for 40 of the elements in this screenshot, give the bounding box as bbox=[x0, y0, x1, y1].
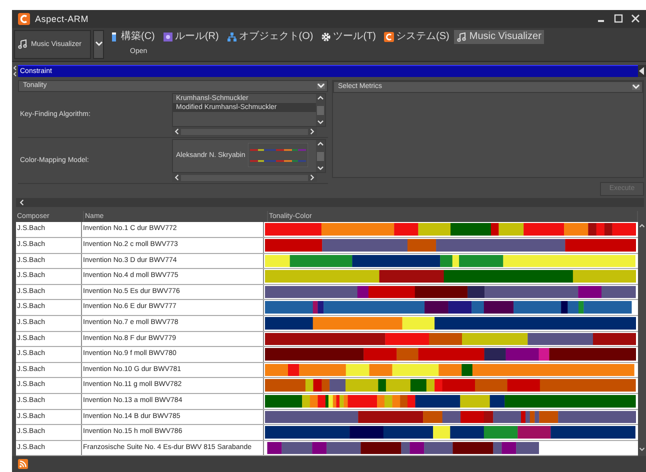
app-logo-icon bbox=[18, 12, 30, 25]
arrow-right-icon[interactable] bbox=[310, 128, 315, 136]
chevron-down-icon bbox=[94, 41, 102, 48]
menu-tab[interactable]: Music Visualizer bbox=[454, 30, 544, 44]
menu-tab[interactable]: オブジェクト(O) bbox=[224, 30, 316, 44]
book-icon bbox=[109, 32, 119, 42]
rule-icon bbox=[162, 32, 173, 42]
menu-tab[interactable]: ツール(T) bbox=[318, 30, 380, 44]
scrollbar[interactable] bbox=[316, 140, 325, 172]
gear-icon bbox=[321, 32, 332, 42]
arrow-up-icon[interactable] bbox=[317, 141, 324, 146]
arrow-up-icon[interactable] bbox=[317, 95, 324, 100]
arrow-down-icon[interactable] bbox=[317, 166, 324, 172]
menu-tab[interactable]: 構築(C) bbox=[106, 30, 158, 44]
arrow-down-icon[interactable] bbox=[639, 447, 645, 452]
menu-tab[interactable]: システム(S) bbox=[381, 30, 452, 44]
arrow-left-icon[interactable] bbox=[174, 174, 179, 182]
window-title: Aspect-ARM bbox=[35, 14, 89, 24]
close-icon[interactable] bbox=[631, 14, 640, 24]
menu-tab[interactable]: ルール(R) bbox=[160, 30, 222, 44]
arrow-left-icon[interactable] bbox=[19, 199, 24, 206]
arrow-left-icon[interactable] bbox=[174, 128, 179, 136]
rss-icon[interactable] bbox=[18, 459, 28, 470]
arrow-right-icon[interactable] bbox=[310, 174, 315, 182]
scrollbar[interactable] bbox=[16, 198, 644, 208]
arrow-down-icon[interactable] bbox=[317, 120, 324, 126]
collapse-arrows-icon[interactable] bbox=[13, 65, 17, 78]
music-note-icon bbox=[457, 32, 468, 42]
maximize-icon[interactable] bbox=[614, 14, 623, 24]
chevron-down-icon bbox=[632, 84, 640, 90]
music-note-icon bbox=[18, 39, 28, 50]
arrow-up-icon[interactable] bbox=[639, 223, 645, 228]
triangle-left-icon bbox=[639, 67, 645, 76]
dropdown-button[interactable] bbox=[93, 30, 104, 59]
chevron-down-icon bbox=[317, 82, 325, 89]
collapse-button[interactable] bbox=[638, 65, 646, 78]
color-strip-icon bbox=[248, 143, 308, 168]
app-logo-icon bbox=[384, 32, 394, 42]
hierarchy-icon bbox=[226, 32, 237, 42]
scrollbar[interactable] bbox=[316, 94, 325, 126]
